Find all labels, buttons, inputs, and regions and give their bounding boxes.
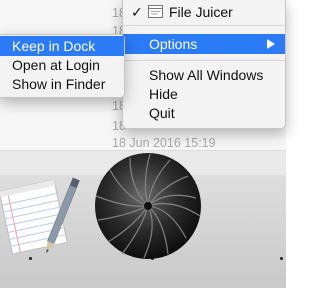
menu-item-show-in-finder[interactable]: Show in Finder	[0, 74, 124, 94]
window-icon	[148, 5, 163, 18]
menu-item-file-juicer[interactable]: ✓ File Juicer	[123, 2, 285, 22]
menu-item-label: Options	[149, 36, 198, 52]
menu-item-label: Keep in Dock	[12, 38, 96, 54]
menu-item-label: Hide	[149, 86, 178, 102]
menu-item-label: Show in Finder	[12, 76, 106, 92]
menu-item-keep-in-dock[interactable]: Keep in Dock	[0, 36, 124, 56]
check-mark-icon: ✓	[131, 4, 143, 20]
options-submenu: Keep in Dock Open at Login Show in Finde…	[0, 34, 125, 98]
menu-item-hide[interactable]: Hide	[123, 84, 285, 104]
chevron-right-icon	[267, 39, 275, 49]
menu-item-quit[interactable]: Quit	[123, 103, 285, 123]
running-indicator	[280, 257, 283, 260]
dock-context-menu: ✓ File Juicer Options Show All Windows H…	[122, 0, 286, 129]
menu-item-label: Open at Login	[12, 57, 100, 73]
menu-item-label: File Juicer	[169, 4, 233, 20]
file-juicer-app-icon[interactable]	[88, 152, 208, 269]
menu-item-label: Show All Windows	[149, 67, 264, 83]
menu-separator	[123, 25, 285, 26]
menu-item-options[interactable]: Options	[123, 34, 285, 54]
menu-item-show-all-windows[interactable]: Show All Windows	[123, 65, 285, 85]
menu-item-label: Quit	[149, 105, 175, 121]
menu-separator	[123, 60, 285, 61]
notepad-icon[interactable]	[0, 170, 80, 267]
menu-item-open-at-login[interactable]: Open at Login	[0, 55, 124, 75]
